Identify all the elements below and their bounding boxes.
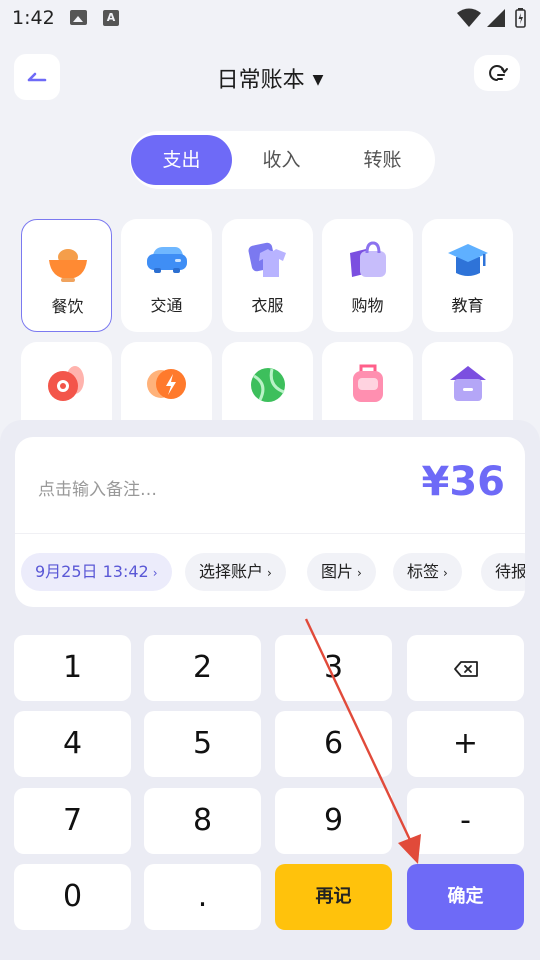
category-shopping[interactable]: 购物 [322, 219, 413, 332]
category-label: 教育 [451, 296, 484, 315]
record-again-button[interactable]: 再记 [275, 864, 392, 930]
car-icon [145, 239, 189, 283]
tag-chip-label: 标签 [407, 562, 440, 581]
status-bar: 1:42 A [0, 0, 540, 36]
tennis-ball-icon [246, 362, 290, 406]
suitcase-icon [346, 362, 390, 406]
key-8[interactable]: 8 [144, 788, 261, 854]
plus-key[interactable]: + [407, 711, 524, 777]
lightning-icon [145, 362, 189, 406]
confirm-button[interactable]: 确定 [407, 864, 524, 930]
category-label: 衣服 [251, 296, 284, 315]
type-tabs: 支出 收入 转账 [130, 131, 435, 189]
category-food[interactable]: 餐饮 [21, 219, 112, 332]
category-label: 购物 [351, 296, 384, 315]
account-chip[interactable]: 选择账户 › [185, 553, 286, 591]
divider [15, 533, 525, 534]
key-1[interactable]: 1 [14, 635, 131, 701]
dropdown-caret-icon: ▼ [312, 72, 324, 88]
house-icon [446, 362, 490, 406]
date-chip-label: 9月25日 13:42 [35, 562, 149, 581]
key-2[interactable]: 2 [144, 635, 261, 701]
status-time: 1:42 [12, 7, 55, 29]
category-education[interactable]: 教育 [422, 219, 513, 332]
entertainment-icon [45, 362, 89, 406]
entry-card: 点击输入备注… ¥36 9月25日 13:42 › 选择账户 › 图片 › 标签 › 待… [15, 437, 525, 607]
wifi-icon [457, 8, 481, 27]
category-clothes[interactable]: 衣服 [222, 219, 313, 332]
image-chip[interactable]: 图片 › [307, 553, 376, 591]
category-label: 交通 [150, 296, 183, 315]
reimburse-chip[interactable]: 待报 [481, 553, 525, 591]
graduation-cap-icon [446, 239, 490, 283]
dot-key[interactable]: . [144, 864, 261, 930]
sync-icon [489, 65, 508, 81]
key-0[interactable]: 0 [14, 864, 131, 930]
sync-button[interactable] [474, 55, 520, 91]
key-4[interactable]: 4 [14, 711, 131, 777]
category-label: 餐饮 [51, 297, 84, 316]
key-9[interactable]: 9 [275, 788, 392, 854]
tab-income[interactable]: 收入 [231, 135, 332, 185]
bowl-icon [46, 240, 90, 284]
chevron-right-icon: › [152, 566, 158, 580]
chevron-right-icon: › [443, 566, 448, 580]
ledger-title: 日常账本 [216, 68, 305, 93]
key-5[interactable]: 5 [144, 711, 261, 777]
a-notification-icon: A [103, 10, 119, 26]
key-3[interactable]: 3 [275, 635, 392, 701]
tag-chip[interactable]: 标签 › [393, 553, 462, 591]
category-transport[interactable]: 交通 [121, 219, 212, 332]
reimburse-chip-label: 待报 [495, 562, 525, 581]
date-chip[interactable]: 9月25日 13:42 › [21, 553, 172, 591]
status-icons [455, 7, 530, 29]
minus-key[interactable]: - [407, 788, 524, 854]
image-chip-label: 图片 [321, 562, 354, 581]
image-notification-icon [70, 10, 87, 25]
account-chip-label: 选择账户 [199, 562, 264, 581]
shirt-icon [246, 239, 290, 283]
signal-icon [487, 9, 505, 27]
note-input[interactable]: 点击输入备注… [38, 475, 157, 500]
key-7[interactable]: 7 [14, 788, 131, 854]
amount-display: ¥36 [421, 459, 506, 505]
tab-expense[interactable]: 支出 [131, 135, 232, 185]
backspace-icon [453, 660, 478, 677]
backspace-key[interactable] [407, 635, 524, 701]
ledger-selector[interactable]: 日常账本 ▼ [0, 62, 540, 94]
chevron-right-icon: › [267, 566, 272, 580]
battery-icon [515, 8, 526, 28]
tab-transfer[interactable]: 转账 [332, 135, 433, 185]
key-6[interactable]: 6 [275, 711, 392, 777]
shopping-bag-icon [346, 239, 390, 283]
chevron-right-icon: › [357, 566, 362, 580]
